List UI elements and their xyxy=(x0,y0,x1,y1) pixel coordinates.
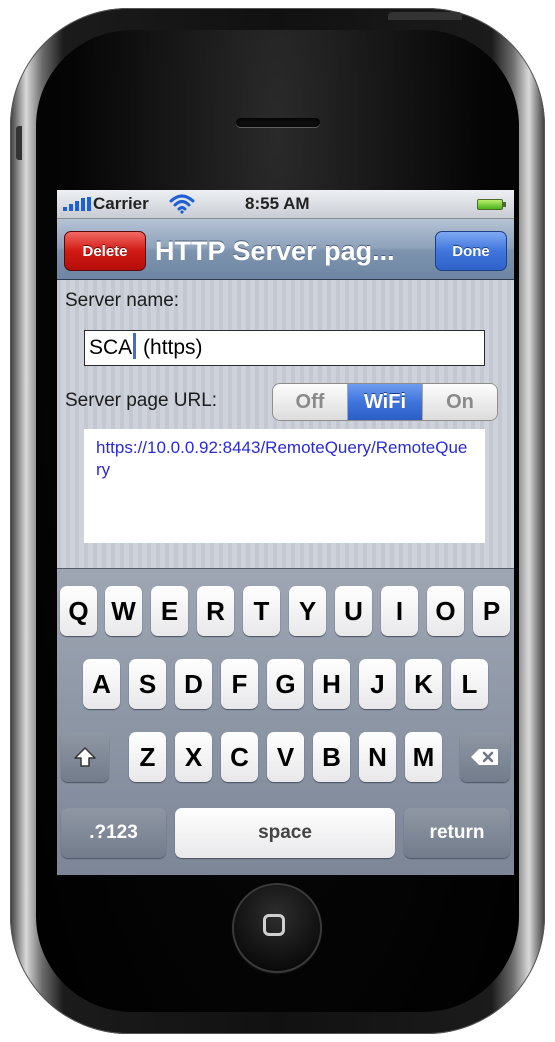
keyboard-row-2: A S D F G H J K L xyxy=(57,659,514,711)
segment-wifi[interactable]: WiFi xyxy=(348,384,423,420)
key-w[interactable]: W xyxy=(105,586,142,636)
segment-on[interactable]: On xyxy=(423,384,497,420)
key-e[interactable]: E xyxy=(151,586,188,636)
shift-icon xyxy=(74,747,96,767)
home-square-icon xyxy=(263,914,285,936)
server-name-text-before: SCA xyxy=(89,336,133,359)
key-r[interactable]: R xyxy=(197,586,234,636)
battery-tip xyxy=(503,202,506,207)
keyboard-row-4: .?123 space return xyxy=(57,808,514,860)
key-y[interactable]: Y xyxy=(289,586,326,636)
url-mode-segmented-control: Off WiFi On xyxy=(272,383,498,421)
nav-bar: Delete HTTP Server pag... Done xyxy=(57,219,514,280)
server-page-url-label: Server page URL: xyxy=(65,390,218,411)
delete-button[interactable]: Delete xyxy=(64,231,146,271)
key-v[interactable]: V xyxy=(267,732,304,782)
key-u[interactable]: U xyxy=(335,586,372,636)
time-text: 8:55 AM xyxy=(245,194,310,213)
key-n[interactable]: N xyxy=(359,732,396,782)
key-l[interactable]: L xyxy=(451,659,488,709)
key-m[interactable]: M xyxy=(405,732,442,782)
key-t[interactable]: T xyxy=(243,586,280,636)
key-q[interactable]: Q xyxy=(60,586,97,636)
form-area: Server name: SCA (https) Server page URL… xyxy=(57,280,514,568)
keyboard-row-3: Z X C V B N M xyxy=(57,732,514,784)
battery-icon xyxy=(477,199,503,210)
key-d[interactable]: D xyxy=(175,659,212,709)
server-name-label: Server name: xyxy=(65,290,180,311)
server-name-text-after: (https) xyxy=(137,336,203,359)
wifi-icon xyxy=(169,194,195,214)
space-key[interactable]: space xyxy=(175,808,395,858)
key-k[interactable]: K xyxy=(405,659,442,709)
signal-icon xyxy=(63,197,91,211)
key-g[interactable]: G xyxy=(267,659,304,709)
carrier-text: Carrier xyxy=(93,194,149,213)
done-button[interactable]: Done xyxy=(435,231,507,271)
speaker-grille xyxy=(236,118,320,127)
status-bar: Carrier 8:55 AM xyxy=(57,190,514,219)
key-f[interactable]: F xyxy=(221,659,258,709)
screen: Carrier 8:55 AM Delete HTTP Server pag..… xyxy=(57,190,514,875)
segment-off[interactable]: Off xyxy=(273,384,348,420)
key-a[interactable]: A xyxy=(83,659,120,709)
home-button[interactable] xyxy=(234,885,320,971)
numbers-key[interactable]: .?123 xyxy=(61,808,166,858)
sleep-button xyxy=(388,12,462,20)
page-title: HTTP Server pag... xyxy=(155,236,395,266)
key-s[interactable]: S xyxy=(129,659,166,709)
key-o[interactable]: O xyxy=(427,586,464,636)
key-h[interactable]: H xyxy=(313,659,350,709)
key-c[interactable]: C xyxy=(221,732,258,782)
key-j[interactable]: J xyxy=(359,659,396,709)
keyboard: Q W E R T Y U I O P A S D F G H J K L Z … xyxy=(57,568,514,875)
key-i[interactable]: I xyxy=(381,586,418,636)
keyboard-row-1: Q W E R T Y U I O P xyxy=(57,586,514,638)
key-z[interactable]: Z xyxy=(129,732,166,782)
server-page-url-field[interactable]: https://10.0.0.92:8443/RemoteQuery/Remot… xyxy=(84,429,485,543)
backspace-key[interactable] xyxy=(460,732,510,782)
key-p[interactable]: P xyxy=(473,586,510,636)
key-x[interactable]: X xyxy=(175,732,212,782)
text-cursor xyxy=(133,333,137,360)
backspace-icon xyxy=(471,749,498,765)
return-key[interactable]: return xyxy=(404,808,510,858)
key-b[interactable]: B xyxy=(313,732,350,782)
server-name-input[interactable]: SCA (https) xyxy=(84,330,485,366)
shift-key[interactable] xyxy=(61,732,109,782)
mute-switch xyxy=(16,126,22,160)
